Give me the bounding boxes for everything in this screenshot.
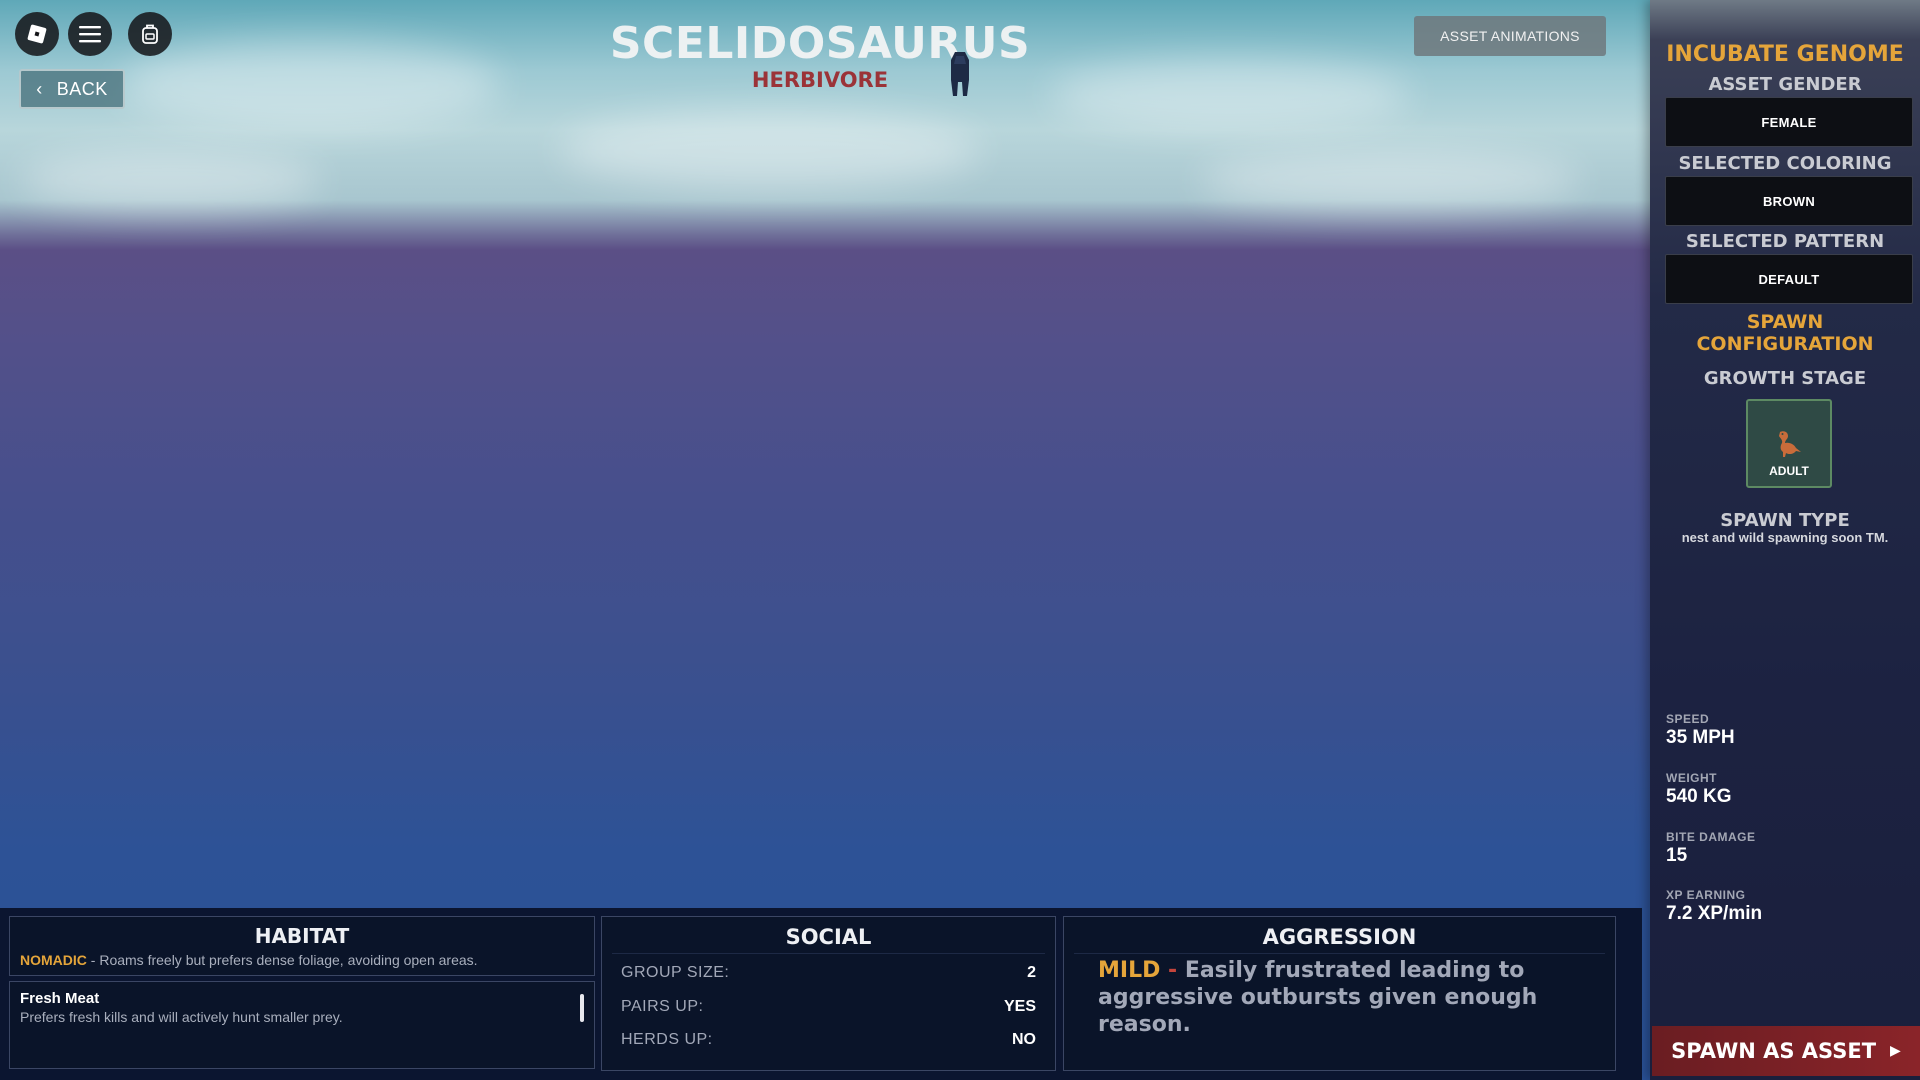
asset-gender-button[interactable]: FEMALE bbox=[1665, 97, 1913, 147]
aggression-level: MILD bbox=[1098, 958, 1161, 983]
stat-bite-damage-value: 15 bbox=[1666, 845, 1688, 866]
spawn-as-asset-button[interactable]: SPAWN AS ASSET ▶ bbox=[1652, 1026, 1920, 1076]
diet-description: Prefers fresh kills and will actively hu… bbox=[20, 1009, 343, 1025]
selected-pattern-label: SELECTED PATTERN bbox=[1685, 231, 1885, 252]
selected-coloring-button[interactable]: BROWN bbox=[1665, 176, 1913, 226]
stat-speed-value: 35 MPH bbox=[1666, 727, 1735, 748]
back-button-label: BACK bbox=[56, 78, 108, 99]
diet-scrollbar[interactable] bbox=[580, 994, 584, 1022]
backpack-button[interactable] bbox=[128, 12, 172, 56]
incubate-side-panel: INCUBATE GENOME ASSET GENDER FEMALE SELE… bbox=[1650, 0, 1920, 1080]
selected-pattern-button[interactable]: DEFAULT bbox=[1665, 254, 1913, 304]
backpack-icon bbox=[142, 24, 158, 44]
diet-name: Fresh Meat bbox=[20, 990, 100, 1007]
spawn-type-note: nest and wild spawning soon TM. bbox=[1681, 530, 1889, 545]
aggression-panel: AGGRESSION MILD - Easily frustrated lead… bbox=[1063, 916, 1616, 1071]
dinosaur-model-figure[interactable] bbox=[945, 50, 975, 96]
incubate-genome-title: INCUBATE GENOME bbox=[1666, 42, 1904, 67]
spawn-configuration-title: SPAWN CONFIGURATION bbox=[1696, 311, 1874, 355]
asset-gender-label: ASSET GENDER bbox=[1708, 74, 1862, 95]
species-title: SCELIDOSAURUS bbox=[609, 18, 1031, 69]
selected-coloring-label: SELECTED COLORING bbox=[1678, 153, 1892, 174]
aggression-title: AGGRESSION bbox=[1262, 925, 1417, 949]
social-row-herds-up: HERDS UP: NO bbox=[621, 1031, 1036, 1048]
diet-panel: Fresh Meat Prefers fresh kills and will … bbox=[9, 981, 595, 1069]
growth-stage-value: ADULT bbox=[1769, 464, 1809, 478]
species-diet-class: HERBIVORE bbox=[751, 68, 889, 92]
menu-button[interactable] bbox=[68, 12, 112, 56]
social-row-group-size: GROUP SIZE: 2 bbox=[621, 964, 1036, 981]
growth-stage-label: GROWTH STAGE bbox=[1703, 368, 1867, 389]
stat-xp-earning-label: XP EARNING bbox=[1666, 888, 1746, 902]
habitat-panel: HABITAT NOMADIC - Roams freely but prefe… bbox=[9, 916, 595, 976]
roblox-logo-button[interactable] bbox=[15, 12, 59, 56]
habitat-title: HABITAT bbox=[254, 924, 350, 948]
social-title: SOCIAL bbox=[785, 925, 872, 949]
play-triangle-icon: ▶ bbox=[1890, 1043, 1901, 1059]
aggression-description: MILD - Easily frustrated leading to aggr… bbox=[1098, 958, 1538, 1037]
stat-xp-earning-value: 7.2 XP/min bbox=[1666, 903, 1763, 924]
asset-animations-button[interactable]: ASSET ANIMATIONS bbox=[1414, 16, 1606, 56]
dinosaur-icon bbox=[1779, 431, 1801, 457]
spawn-type-label: SPAWN TYPE bbox=[1720, 510, 1850, 531]
stat-weight-label: WEIGHT bbox=[1666, 771, 1717, 785]
social-panel: SOCIAL GROUP SIZE: 2 PAIRS UP: YES HERDS U… bbox=[601, 916, 1056, 1071]
habitat-type: NOMADIC bbox=[20, 952, 87, 968]
stat-bite-damage-label: BITE DAMAGE bbox=[1666, 830, 1756, 844]
roblox-icon bbox=[27, 24, 47, 44]
stat-speed-label: SPEED bbox=[1666, 712, 1710, 726]
chevron-left-icon: ‹ bbox=[36, 78, 43, 99]
growth-stage-adult-card[interactable]: ADULT bbox=[1746, 399, 1832, 488]
social-row-pairs-up: PAIRS UP: YES bbox=[621, 998, 1036, 1015]
stat-weight-value: 540 KG bbox=[1666, 786, 1732, 807]
habitat-description: NOMADIC - Roams freely but prefers dense… bbox=[20, 952, 478, 968]
spawn-button-label: SPAWN AS ASSET bbox=[1671, 1039, 1877, 1063]
back-button[interactable]: ‹ BACK bbox=[19, 69, 125, 109]
hamburger-icon bbox=[79, 26, 101, 43]
